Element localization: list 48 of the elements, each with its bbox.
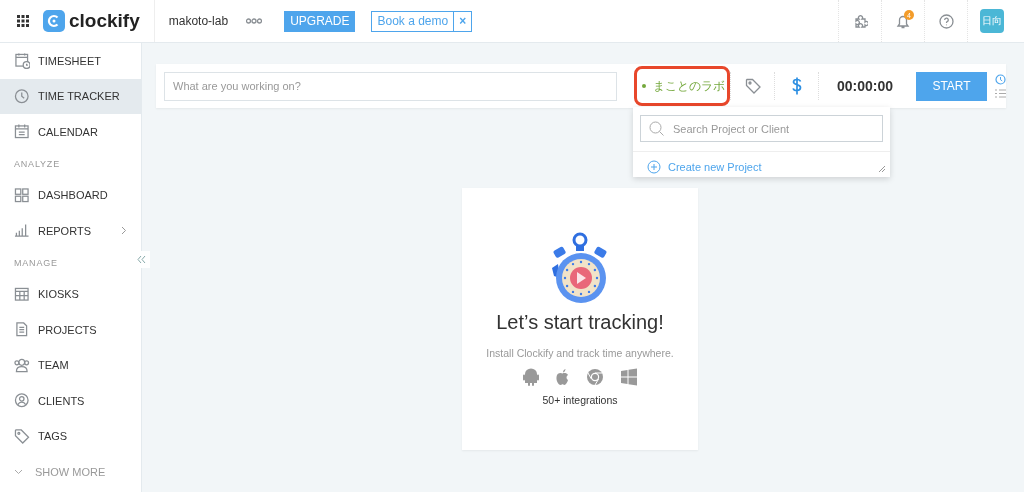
- windows-icon[interactable]: [619, 368, 638, 386]
- resize-handle-icon[interactable]: [878, 165, 886, 173]
- sidebar-item[interactable]: TIME TRACKER: [0, 78, 141, 114]
- description-input[interactable]: What are you working on?: [164, 71, 617, 101]
- apps-grid-icon[interactable]: [17, 15, 29, 27]
- apple-icon[interactable]: [554, 368, 570, 386]
- sidebar-item[interactable]: KIOSKS: [0, 276, 141, 312]
- list-icon[interactable]: [995, 89, 1006, 98]
- calendar-icon: [14, 123, 30, 141]
- logo-text: clockify: [69, 10, 140, 32]
- project-search-field[interactable]: Search Project or Client: [640, 115, 883, 142]
- sidebar-item[interactable]: TIMESHEET: [0, 43, 141, 79]
- android-icon[interactable]: [522, 368, 539, 386]
- sidebar-item[interactable]: REPORTS: [0, 213, 141, 249]
- timesheet-icon: [14, 52, 30, 70]
- help-icon[interactable]: [938, 13, 954, 29]
- workspace-name[interactable]: makoto-lab: [168, 14, 229, 28]
- clock-icon: [14, 87, 30, 105]
- clock-icon[interactable]: [995, 74, 1006, 85]
- sidebar-item[interactable]: PROJECTS: [0, 312, 141, 348]
- team-icon: [14, 356, 30, 374]
- logo-icon: [43, 10, 65, 32]
- plus-circle-icon: [647, 160, 661, 174]
- more-icon[interactable]: [246, 18, 263, 24]
- sidebar-item[interactable]: TEAM: [0, 347, 141, 383]
- chevron-down-icon: [14, 468, 23, 475]
- tag-icon[interactable]: [745, 78, 761, 94]
- document-icon: [14, 321, 30, 339]
- tag-icon: [14, 427, 30, 445]
- puzzle-icon[interactable]: [852, 13, 868, 29]
- timer-display: 00:00:00: [835, 78, 894, 94]
- sidebar-item[interactable]: CLIENTS: [0, 383, 141, 419]
- empty-state-title: Let’s start tracking!: [496, 311, 664, 334]
- sidebar-item[interactable]: CALENDAR: [0, 114, 141, 150]
- sidebar-item[interactable]: DASHBOARD: [0, 177, 141, 213]
- user-circle-icon: [14, 392, 30, 410]
- grid-icon: [14, 285, 30, 303]
- sidebar-item[interactable]: TAGS: [0, 418, 141, 454]
- search-icon: [649, 121, 664, 136]
- dashboard-icon: [14, 186, 30, 204]
- section-label: ANALYZE: [14, 158, 60, 169]
- chrome-icon[interactable]: [585, 368, 604, 386]
- bar-chart-icon: [14, 222, 30, 240]
- integrations-text: 50+ integrations: [542, 394, 618, 406]
- dollar-icon[interactable]: [792, 77, 802, 95]
- bell-icon[interactable]: [896, 13, 910, 29]
- section-label: MANAGE: [14, 257, 58, 268]
- empty-state-subtitle: Install Clockify and track time anywhere.: [486, 347, 674, 359]
